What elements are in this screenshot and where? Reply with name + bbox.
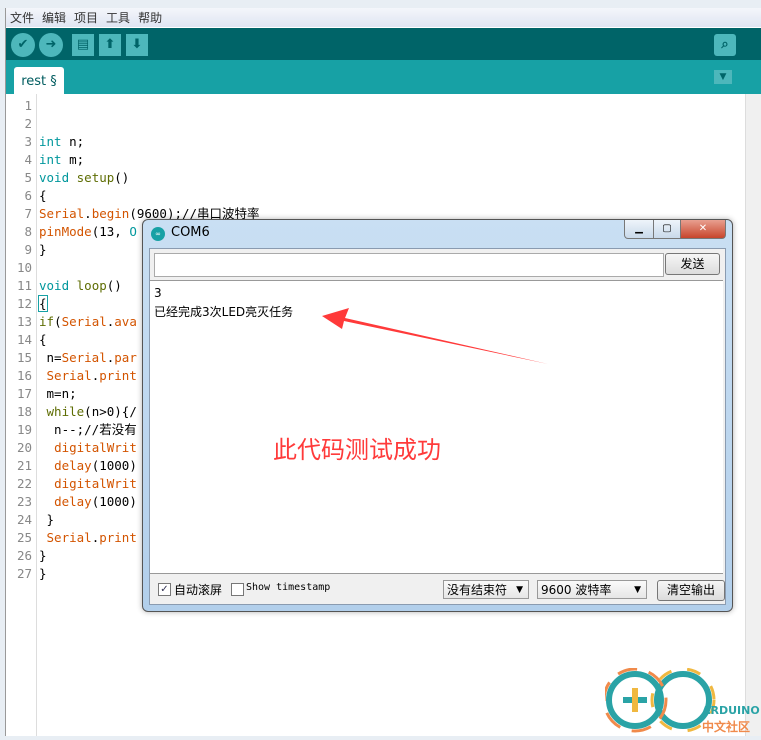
logo-subtext: 中文社区 <box>702 720 751 734</box>
arrow-icon <box>322 308 548 364</box>
annotation-arrow <box>322 308 548 364</box>
annotation-text: 此代码测试成功 <box>273 436 441 464</box>
logo-text: ARDUINO <box>702 704 760 717</box>
arduino-community-logo: ARDUINO 中文社区 <box>602 667 761 740</box>
